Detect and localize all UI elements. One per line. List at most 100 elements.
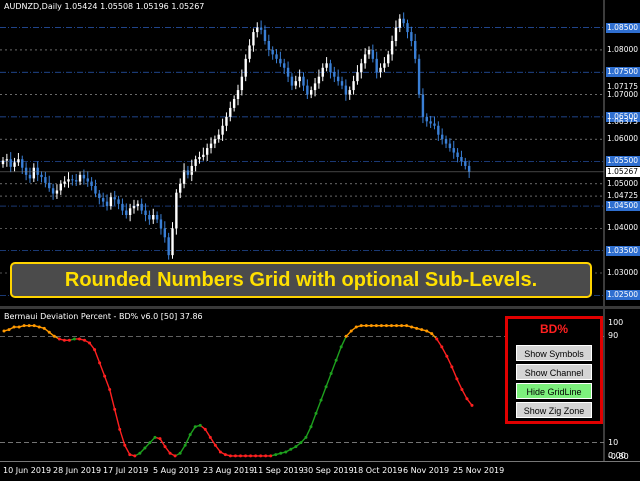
show-zig-zone-button[interactable]: Show Zig Zone (516, 402, 592, 418)
candle-body (294, 81, 297, 86)
candle-body (414, 41, 417, 59)
indicator-axis-label: 90 (608, 331, 619, 341)
bd-segment (108, 389, 116, 410)
current-price-label: 1.05267 (606, 166, 640, 177)
candle-body (444, 139, 448, 144)
candle-body (128, 208, 132, 215)
bd-point (233, 454, 237, 458)
candle-body (348, 90, 351, 95)
indicator-axis-label: -0.80 (608, 452, 629, 461)
candle-body (336, 76, 340, 82)
date-label: 30 Sep 2019 (303, 466, 354, 475)
bd-segment (315, 399, 322, 414)
candle-body (155, 215, 159, 220)
bd-point (42, 326, 46, 330)
bd-point (264, 454, 268, 458)
bd-point (254, 454, 258, 458)
candle-body (390, 41, 394, 55)
candle-body (117, 199, 120, 204)
candle-body (236, 90, 240, 99)
candle-body (340, 81, 344, 86)
bd-point (138, 451, 142, 455)
price-chart[interactable] (0, 0, 640, 306)
bd-point (274, 453, 278, 457)
candle-body (383, 63, 386, 68)
bd-point (113, 407, 117, 411)
bd-point (364, 324, 368, 328)
bd-point (188, 433, 192, 437)
candle-body (248, 45, 251, 59)
bd-point (339, 345, 343, 349)
bd-point (27, 324, 31, 328)
bd-point (123, 443, 127, 447)
bd-point (470, 403, 474, 407)
bd-point (284, 450, 288, 454)
bd-point (455, 377, 459, 381)
bd-point (425, 329, 429, 333)
candle-body (202, 154, 205, 157)
date-label: 6 Nov 2019 (403, 466, 450, 475)
candle-body (271, 49, 274, 55)
candle-body (48, 182, 51, 189)
bd-point (203, 427, 207, 431)
bd-point (218, 450, 222, 454)
bd-point (2, 329, 6, 333)
candle-body (379, 67, 382, 73)
bd-point (430, 332, 434, 336)
bd-point (324, 385, 328, 389)
bd-point (118, 427, 122, 431)
bd-point (168, 451, 172, 455)
bd-segment (461, 389, 468, 400)
bd-point (32, 324, 36, 328)
bd-point (88, 341, 92, 345)
candle-body (175, 192, 178, 229)
panel-title: BD% (539, 322, 568, 336)
bd-point (304, 435, 308, 439)
bd-segment (98, 362, 106, 377)
candle-body (98, 193, 101, 199)
candle-body (225, 116, 228, 126)
candle-body (429, 121, 432, 124)
candle-body (313, 83, 317, 91)
bd-point (163, 445, 167, 449)
candle-body (86, 178, 89, 182)
candle-body (17, 159, 20, 163)
candle-body (24, 167, 28, 175)
bd-segment (93, 349, 101, 364)
bd-point (83, 338, 87, 342)
hide-gridline-button[interactable]: Hide GridLine (516, 383, 592, 399)
candle-body (263, 29, 267, 41)
candle-body (105, 201, 109, 207)
candle-body (402, 18, 405, 24)
candle-body (352, 81, 355, 91)
candle-body (136, 203, 140, 207)
price-label: 1.06375 (607, 117, 639, 127)
price-chart-area[interactable]: AUDNZD,Daily 1.05424 1.05508 1.05196 1.0… (0, 0, 640, 306)
date-label: 11 Sep 2019 (253, 466, 304, 475)
price-label: 1.06000 (607, 134, 639, 144)
bd-point (193, 425, 197, 429)
candle-body (406, 23, 409, 33)
bd-point (244, 454, 248, 458)
price-label: 1.03000 (607, 268, 639, 277)
bd-point (415, 326, 419, 330)
indicator-axis-label: 100 (608, 318, 624, 327)
candle-body (329, 63, 332, 73)
candle-body (433, 123, 436, 126)
show-symbols-button[interactable]: Show Symbols (516, 345, 592, 361)
bd-point (173, 454, 177, 458)
show-channel-button[interactable]: Show Channel (516, 364, 592, 380)
candle-body (325, 63, 328, 68)
candle-body (36, 167, 39, 175)
bd-point (420, 328, 424, 332)
candle-body (163, 228, 167, 238)
bd-point (77, 337, 81, 341)
candle-body (21, 159, 24, 168)
bd-segment (184, 434, 191, 446)
bd-point (369, 324, 373, 328)
bd-segment (441, 346, 448, 357)
bd-point (309, 425, 313, 429)
candle-body (437, 125, 440, 135)
bd-point (344, 334, 348, 338)
candle-body (360, 63, 363, 73)
